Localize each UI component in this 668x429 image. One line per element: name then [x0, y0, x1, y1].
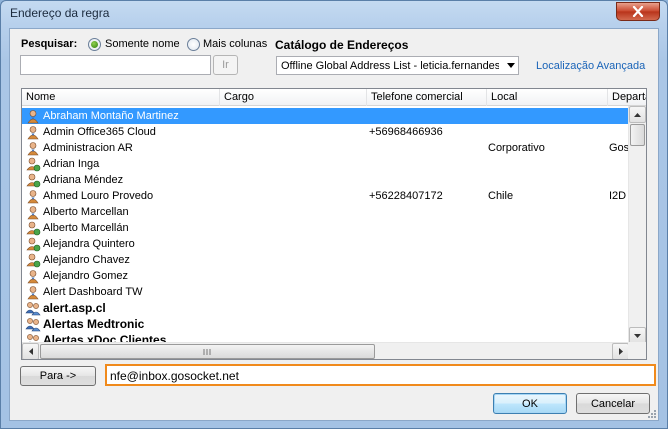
- window-title: Endereço da regra: [10, 6, 110, 20]
- list-rows: Abraham Montaño Martinez Admin Office365 …: [22, 108, 629, 345]
- cancel-button[interactable]: Cancelar: [576, 393, 650, 414]
- contact-icon: [25, 157, 41, 172]
- cell-name: Alberto Marcellan: [43, 206, 129, 218]
- column-header-name[interactable]: Nome: [22, 89, 220, 106]
- table-row[interactable]: Alejandro Chavez: [22, 252, 629, 268]
- column-header-department[interactable]: Departa: [608, 89, 646, 106]
- dialog-body: Pesquisar: Somente nome Mais colunas Cat…: [9, 28, 659, 421]
- table-row[interactable]: Ahmed Louro Provedo +56228407172 Chile I2D: [22, 188, 629, 204]
- cell-name: Alert Dashboard TW: [43, 286, 143, 298]
- column-header-phone[interactable]: Telefone comercial: [367, 89, 487, 106]
- column-header-title[interactable]: Cargo: [220, 89, 367, 106]
- cell-name: alert.asp.cl: [43, 301, 106, 315]
- cell-name: Administracion AR: [43, 142, 133, 154]
- dialog-window: Endereço da regra Pesquisar: Somente nom…: [0, 0, 668, 429]
- chevron-down-icon: [507, 63, 515, 68]
- user-icon: [25, 109, 41, 124]
- cell-name: Alejandro Gomez: [43, 270, 128, 282]
- group-icon: [25, 301, 41, 316]
- cell-name: Alberto Marcellán: [43, 222, 129, 234]
- catalog-label: Catálogo de Endereços: [275, 38, 409, 52]
- scroll-right-button[interactable]: [612, 343, 629, 359]
- vertical-scroll-thumb[interactable]: [630, 124, 645, 146]
- cell-location: Corporativo: [488, 142, 545, 154]
- search-input[interactable]: [20, 55, 211, 75]
- table-row[interactable]: Abraham Montaño Martinez: [22, 108, 629, 124]
- vertical-scrollbar[interactable]: [628, 106, 646, 344]
- cell-department: Goso: [609, 142, 629, 154]
- scrollbar-corner: [628, 342, 646, 359]
- catalog-select[interactable]: Offline Global Address List - leticia.fe…: [276, 56, 519, 75]
- user-icon: [25, 125, 41, 140]
- title-bar[interactable]: Endereço da regra: [1, 1, 667, 27]
- table-row[interactable]: Adriana Méndez: [22, 172, 629, 188]
- cell-name: Abraham Montaño Martinez: [43, 110, 179, 122]
- table-row[interactable]: Alejandro Gomez: [22, 268, 629, 284]
- horizontal-scroll-thumb[interactable]: [40, 344, 375, 359]
- table-row[interactable]: Adrian Inga: [22, 156, 629, 172]
- advanced-search-link[interactable]: Localização Avançada: [536, 60, 645, 72]
- table-row[interactable]: Admin Office365 Cloud +56968466936: [22, 124, 629, 140]
- to-input-value: nfe@inbox.gosocket.net: [110, 369, 239, 383]
- scroll-left-button[interactable]: [22, 343, 39, 359]
- radio-name-only-label[interactable]: Somente nome: [105, 38, 180, 50]
- cell-name: Adrian Inga: [43, 158, 100, 170]
- cell-name: Alejandro Chavez: [43, 254, 130, 266]
- cell-department: I2D: [609, 190, 627, 202]
- ok-button[interactable]: OK: [493, 393, 567, 414]
- list-header: Nome Cargo Telefone comercial Local Depa…: [22, 89, 646, 106]
- radio-more-columns-label[interactable]: Mais colunas: [203, 38, 267, 50]
- arrow-down-icon: [634, 333, 641, 338]
- table-row[interactable]: Alejandra Quintero: [22, 236, 629, 252]
- user-icon: [25, 205, 41, 220]
- table-row[interactable]: Alberto Marcellán: [22, 220, 629, 236]
- cell-name: Adriana Méndez: [43, 174, 124, 186]
- cell-name: Alejandra Quintero: [43, 238, 135, 250]
- column-header-location[interactable]: Local: [487, 89, 608, 106]
- user-icon: [25, 269, 41, 284]
- table-row[interactable]: Administracion AR Corporativo Goso: [22, 140, 629, 156]
- search-label: Pesquisar:: [21, 38, 78, 50]
- cell-phone: +56228407172: [369, 190, 443, 202]
- arrow-right-icon: [618, 348, 623, 355]
- table-row[interactable]: Alert Dashboard TW: [22, 284, 629, 300]
- to-button[interactable]: Para ->: [20, 366, 96, 386]
- go-button[interactable]: Ir: [213, 55, 238, 75]
- cell-name: Ahmed Louro Provedo: [43, 190, 154, 202]
- user-icon: [25, 189, 41, 204]
- radio-name-only[interactable]: [88, 38, 101, 51]
- contact-icon: [25, 237, 41, 252]
- contact-icon: [25, 221, 41, 236]
- radio-more-columns[interactable]: [187, 38, 200, 51]
- scroll-up-button[interactable]: [629, 106, 646, 123]
- close-icon: [632, 6, 644, 17]
- contact-icon: [25, 173, 41, 188]
- cell-name: Admin Office365 Cloud: [43, 126, 156, 138]
- table-row[interactable]: alert.asp.cl: [22, 300, 629, 316]
- group-icon: [25, 317, 41, 332]
- horizontal-scrollbar[interactable]: [22, 342, 629, 359]
- resize-grip-icon[interactable]: [646, 408, 656, 418]
- cell-location: Chile: [488, 190, 514, 202]
- cell-name: Alertas Medtronic: [43, 317, 145, 331]
- table-row[interactable]: Alberto Marcellan: [22, 204, 629, 220]
- table-row[interactable]: Alertas Medtronic: [22, 316, 629, 332]
- arrow-up-icon: [634, 112, 641, 117]
- user-icon: [25, 141, 41, 156]
- close-button[interactable]: [616, 2, 660, 21]
- grip-icon: [203, 349, 211, 355]
- catalog-select-value: Offline Global Address List - leticia.fe…: [281, 60, 499, 72]
- address-list[interactable]: Nome Cargo Telefone comercial Local Depa…: [21, 88, 647, 360]
- user-icon: [25, 285, 41, 300]
- contact-icon: [25, 253, 41, 268]
- cell-phone: +56968466936: [369, 126, 443, 138]
- arrow-left-icon: [28, 348, 33, 355]
- to-input[interactable]: nfe@inbox.gosocket.net: [105, 364, 656, 386]
